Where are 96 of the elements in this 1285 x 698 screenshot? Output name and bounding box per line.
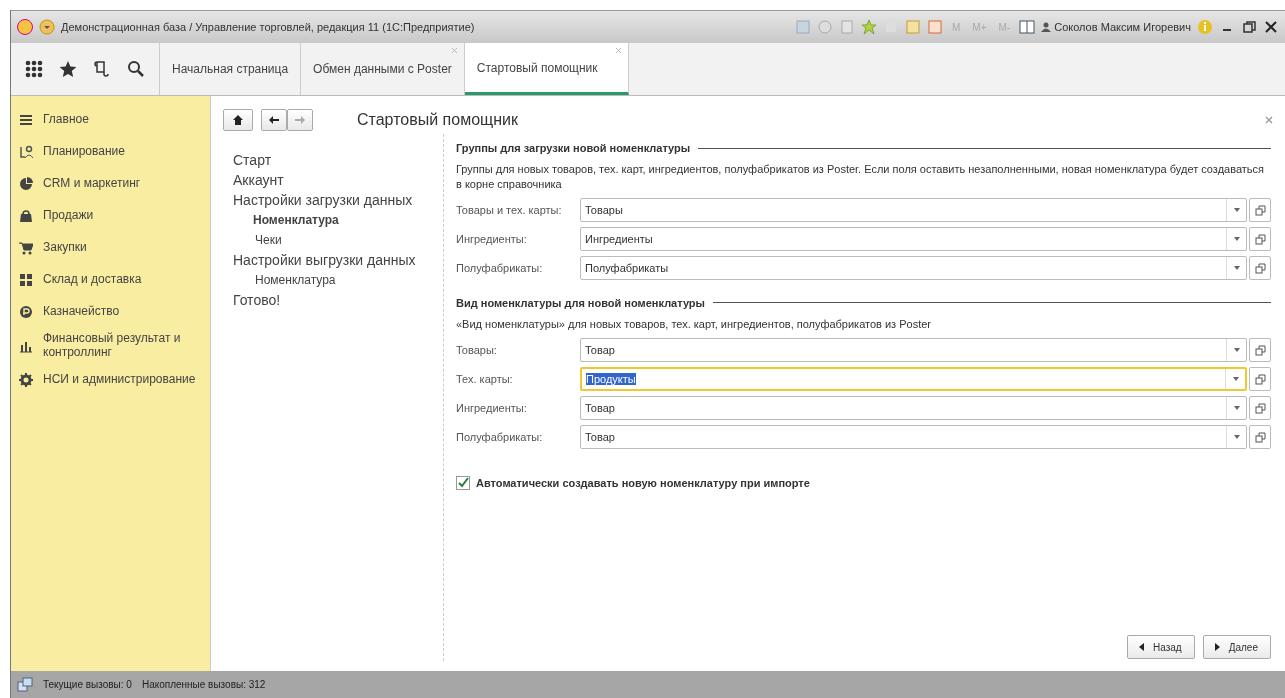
section-description: «Вид номенклатуры» для новых товаров, тех. карт, ингредиентов, полуфабрикатов из Poster [456, 316, 932, 332]
restore-icon[interactable] [1241, 19, 1257, 35]
cart-icon [19, 241, 33, 255]
select-field[interactable]: Продукты [580, 367, 1247, 392]
sidebar-item[interactable]: Планирование [11, 136, 210, 168]
wizard-substep-link[interactable]: Чеки [255, 230, 443, 250]
select-field[interactable]: Товары [580, 198, 1247, 223]
search-icon[interactable] [127, 60, 145, 78]
sidebar-item[interactable]: Продажи [11, 200, 210, 232]
triangle-icon [1213, 642, 1221, 652]
warehouse-icon [19, 273, 33, 287]
coin-icon [19, 305, 33, 319]
sidebar-item[interactable]: CRM и маркетинг [11, 168, 210, 200]
wizard-step-link[interactable]: Готово! [233, 290, 443, 310]
sidebar-item[interactable]: НСИ и администрирование [11, 363, 210, 396]
sidebar-item-label[interactable]: CRM и маркетинг [43, 177, 141, 191]
field-label: Тех. карты: [456, 373, 514, 386]
open-form-icon[interactable] [1249, 227, 1271, 252]
sidebar-item[interactable]: Главное [11, 104, 210, 136]
sidebar-item-label[interactable]: Закупки [43, 241, 87, 255]
tab[interactable]: Стартовый помощник [464, 43, 629, 95]
select-field[interactable]: Ингредиенты [580, 227, 1247, 252]
pie-chart-icon [19, 177, 33, 191]
open-form-icon[interactable] [1249, 396, 1271, 421]
menu-icon [19, 113, 33, 127]
field-label: Товары: [456, 344, 498, 357]
checkbox-label: Автоматически создавать новую номенклатуру при импорте [476, 476, 810, 489]
sidebar-item[interactable]: Закупки [11, 232, 210, 264]
sidebar-item[interactable]: Казначейство [11, 296, 210, 328]
caret-icon [1233, 237, 1240, 242]
checkbox[interactable] [456, 475, 470, 490]
menu-icon[interactable] [39, 19, 55, 35]
triangle-icon [1138, 642, 1146, 652]
field-label: Ингредиенты: [456, 402, 528, 415]
caret-icon [1232, 377, 1239, 382]
star-icon[interactable] [861, 19, 877, 35]
caret-icon [1233, 348, 1240, 353]
back-button[interactable]: Назад [1127, 635, 1195, 659]
gear-icon [19, 372, 33, 387]
caret-icon [1233, 406, 1240, 411]
select-field[interactable]: Товар [580, 338, 1247, 363]
sidebar-item-label[interactable]: Финансовый результат и контроллинг [43, 332, 202, 360]
wizard-step-link[interactable]: Настройки выгрузки данных [233, 250, 443, 270]
forward-arrow-icon [294, 115, 306, 125]
user-icon [1041, 22, 1052, 32]
caret-icon [1233, 208, 1240, 213]
sidebar-item-label[interactable]: Склад и доставка [43, 273, 142, 287]
panel-icon[interactable] [1019, 19, 1036, 35]
wizard-substep-link[interactable]: Номенклатура [255, 270, 443, 290]
star-icon[interactable] [59, 60, 77, 78]
next-button[interactable]: Далее [1202, 635, 1271, 659]
back-arrow-icon [268, 115, 280, 125]
open-form-icon[interactable] [1249, 338, 1271, 363]
home-icon [232, 114, 244, 126]
chart-person-icon [19, 145, 33, 159]
home-button[interactable] [223, 109, 253, 131]
app-logo-icon[interactable] [17, 19, 33, 35]
close-form-icon[interactable] [1265, 116, 1273, 124]
wizard-substep-link[interactable]: Номенклатура [253, 210, 443, 230]
section-title: Группы для загрузки новой номенклатуры [456, 142, 691, 154]
section-description: Группы для новых товаров, тех. карт, ингредиентов, полуфабрикатов из Poster. Если поля оставить незаполненными, новая номенклатура будет создаваться в корне справочника [456, 162, 1265, 192]
close-icon[interactable] [1263, 19, 1279, 35]
open-form-icon[interactable] [1249, 198, 1271, 223]
bag-icon [19, 209, 33, 223]
sidebar-item[interactable]: Финансовый результат и контроллинг [11, 328, 210, 364]
wizard-step-link[interactable]: Старт [233, 150, 443, 170]
open-form-icon[interactable] [1249, 367, 1271, 392]
sidebar-item-label[interactable]: НСИ и администрирование [43, 372, 196, 387]
status-text: Накопленные вызовы: 312 [141, 679, 266, 690]
field-label: Товары и тех. карты: [456, 204, 563, 217]
wizard-step-link[interactable]: Настройки загрузки данных [233, 190, 443, 210]
select-field[interactable]: Полуфабрикаты [580, 256, 1247, 281]
caret-icon [1233, 266, 1240, 271]
open-form-icon[interactable] [1249, 425, 1271, 450]
sidebar-item-label[interactable]: Продажи [43, 209, 94, 223]
user-name[interactable]: Соколов Максим Игоревич [1054, 21, 1191, 33]
sidebar-item[interactable]: Склад и доставка [11, 264, 210, 296]
status-text: Текущие вызовы: 0 [43, 679, 132, 690]
close-tab-icon[interactable] [614, 47, 622, 54]
caret-icon [1233, 435, 1240, 440]
field-label: Ингредиенты: [456, 233, 528, 246]
sidebar-item-label[interactable]: Главное [43, 113, 89, 127]
sidebar-item-label[interactable]: Планирование [43, 145, 125, 159]
section-title: Вид номенклатуры для новой номенклатуры [456, 296, 705, 309]
back-button[interactable] [261, 109, 287, 131]
field-label: Полуфабрикаты: [456, 262, 544, 275]
window-title: Демонстрационная база / Управление торговлей, редакция 11 (1С:Предприятие) [61, 21, 476, 33]
field-label: Полуфабрикаты: [456, 431, 544, 444]
apps-grid-icon[interactable] [25, 60, 43, 78]
form-title: Стартовый помощник [357, 111, 519, 129]
wizard-step-link[interactable]: Аккаунт [233, 170, 443, 190]
select-field[interactable]: Товар [580, 396, 1247, 421]
sidebar-item-label[interactable]: Казначейство [43, 305, 120, 319]
connection-icon [17, 676, 33, 693]
open-form-icon[interactable] [1249, 256, 1271, 281]
select-field[interactable]: Товар [580, 425, 1247, 450]
